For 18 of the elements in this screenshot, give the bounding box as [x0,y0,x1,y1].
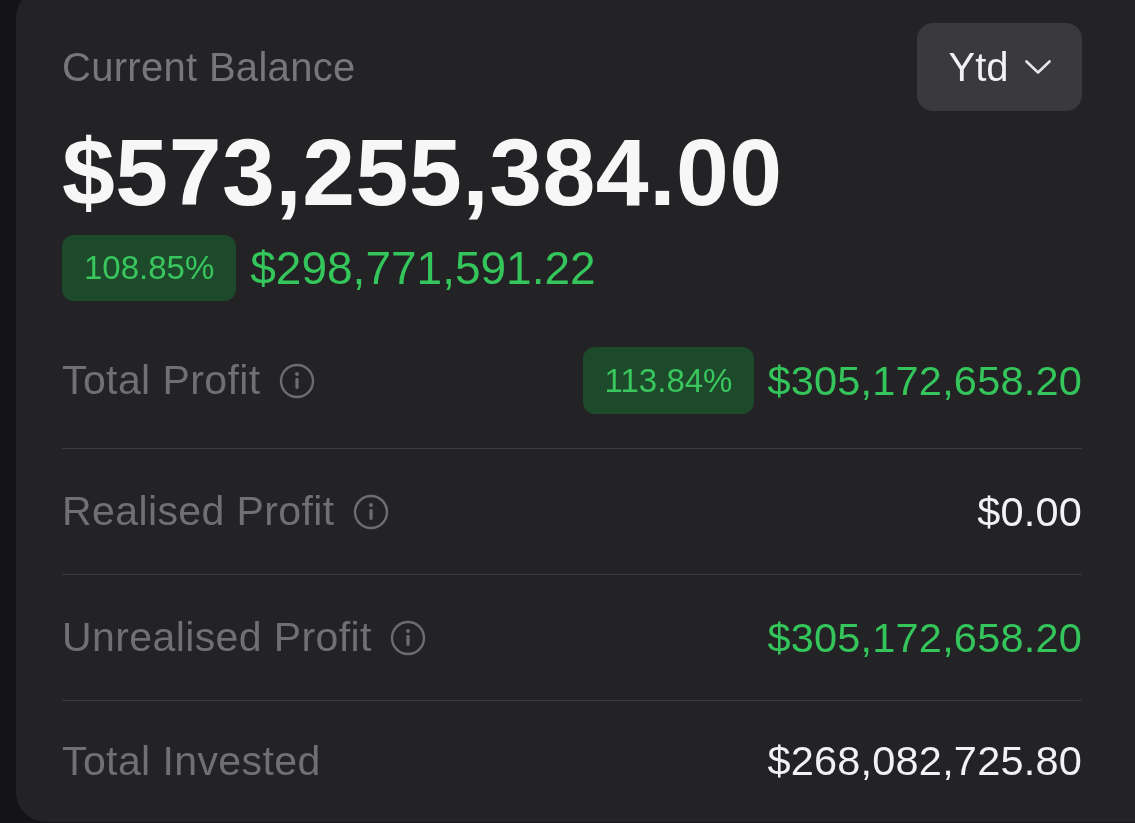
row-value: $305,172,658.20 [767,356,1082,405]
percent-badge: 113.84% [582,347,755,414]
row-label: Total Invested [62,737,321,785]
period-dropdown[interactable]: Ytd [917,23,1082,111]
info-icon[interactable] [389,619,426,656]
info-icon[interactable] [352,493,389,530]
balance-label: Current Balance [62,44,356,90]
percent-badge: 108.85% [62,235,237,301]
balance-amount: $573,255,384.00 [62,125,784,220]
row-value: $268,082,725.80 [767,737,1082,785]
row-value: $305,172,658.20 [767,613,1082,662]
info-icon[interactable] [278,362,315,399]
row-value: $0.00 [977,487,1082,536]
change-amount: $298,771,591.22 [250,241,596,295]
row-label: Realised Profit [62,488,335,535]
chevron-down-icon [1024,60,1051,74]
row-label: Total Profit [62,357,261,404]
row-label: Unrealised Profit [62,614,372,661]
